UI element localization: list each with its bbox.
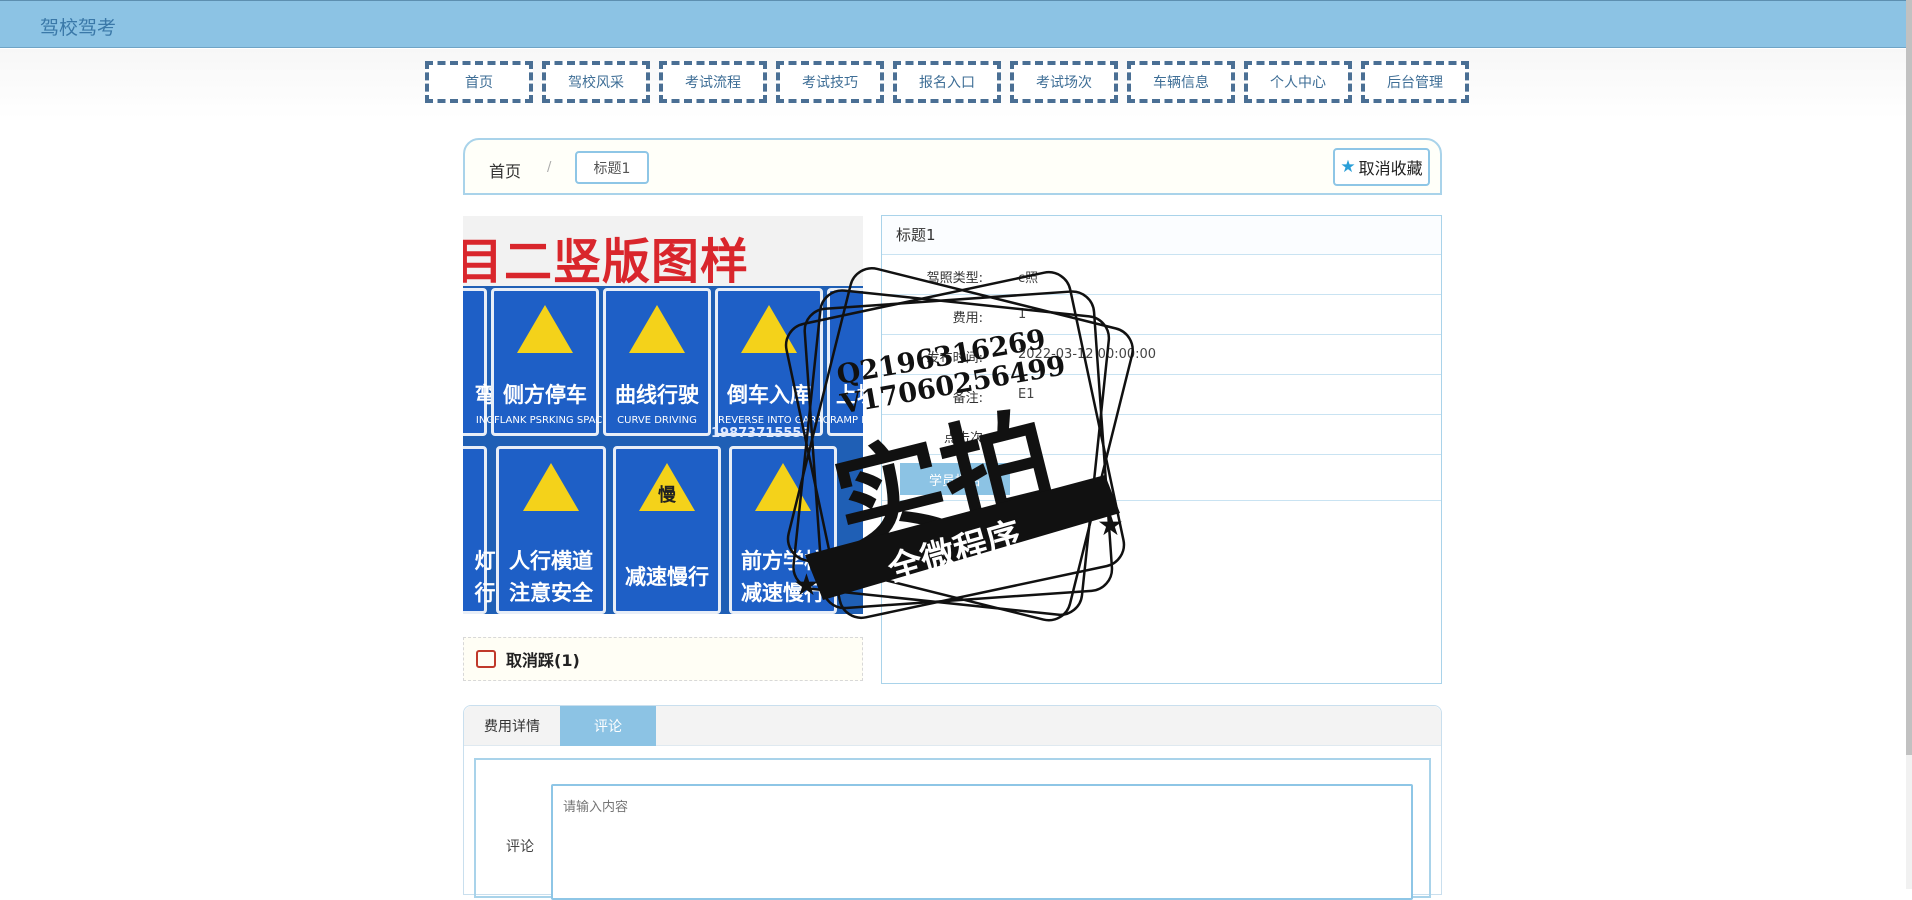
- warning-triangle-icon: [755, 463, 811, 511]
- info-panel: 标题1 驾照类型: c照 费用: 1 发布时间: 2022-03-12 00:0…: [881, 215, 1442, 684]
- info-row-license-type: 驾照类型: c照: [882, 255, 1441, 295]
- sign-sub: 慢: [658, 485, 676, 506]
- sign-title: 倒车入库: [727, 383, 811, 407]
- info-key: 发布时间:: [926, 351, 983, 366]
- sign-sub: CURVE DRIVING: [617, 415, 697, 426]
- info-key: 备注:: [952, 391, 983, 406]
- nav-item-school-style[interactable]: 驾校风采: [542, 61, 650, 103]
- warning-triangle-icon: [629, 305, 685, 353]
- sign-light: 灯 行: [463, 446, 496, 614]
- photo-header: 目二竖版图样: [463, 216, 863, 290]
- top-header: 驾校驾考: [0, 0, 1906, 48]
- info-row-actions: 学员报名: [882, 455, 1441, 501]
- sign-sub: 注意安全: [509, 581, 593, 605]
- breadcrumb-current[interactable]: 标题1: [575, 151, 649, 184]
- tabs-panel: 费用详情 评论 评论: [463, 705, 1442, 900]
- detail-photo: 目二竖版图样 弯 ING 侧方停车 FLANK PSRKING SPACE 曲线…: [463, 216, 863, 614]
- sign-sub: REVERSE INTO GARAGE: [718, 415, 837, 426]
- warning-triangle-icon: [523, 463, 579, 511]
- info-key: 费用:: [952, 311, 983, 326]
- nav-item-personal-center[interactable]: 个人中心: [1244, 61, 1352, 103]
- sign-ramp: 上坡 RAMP PARKI: [827, 288, 863, 436]
- info-value: c照: [1018, 271, 1039, 286]
- main-nav: 首页 驾校风采 考试流程 考试技巧 报名入口 考试场次 车辆信息 个人中心 后台…: [425, 61, 1478, 103]
- tab-comments[interactable]: 评论: [560, 706, 656, 746]
- info-row-clicks: 点击次: [882, 415, 1441, 455]
- sign-reverse-garage: 倒车入库 REVERSE INTO GARAGE: [715, 288, 837, 436]
- page-scrollbar[interactable]: [1906, 0, 1912, 889]
- photo-header-text: 目二竖版图样: [463, 234, 750, 290]
- sign-title: 人行横道: [509, 549, 593, 573]
- info-value: E1: [1018, 387, 1035, 402]
- breadcrumb-separator: /: [547, 160, 552, 175]
- nav-item-signup[interactable]: 报名入口: [893, 61, 1001, 103]
- info-row-fee: 费用: 1: [882, 295, 1441, 335]
- star-icon: ★: [1340, 157, 1356, 177]
- photo-phone-overlay: 19873715555: [711, 426, 811, 441]
- sign-title: 前方学校: [741, 549, 825, 573]
- comment-input[interactable]: [551, 784, 1413, 900]
- tab-fee-details[interactable]: 费用详情: [464, 706, 560, 746]
- breadcrumb-home[interactable]: 首页: [489, 158, 521, 182]
- warning-triangle-icon: [517, 305, 573, 353]
- thumbs-down-icon: [476, 650, 496, 668]
- dislike-bar[interactable]: 取消踩(1): [463, 637, 863, 681]
- sign-slow-down: 减速慢行 慢: [613, 446, 721, 614]
- unfavorite-label: 取消收藏: [1358, 159, 1423, 178]
- sign-curve-driving: 曲线行驶 CURVE DRIVING: [603, 288, 711, 436]
- dislike-label: 取消踩(1): [506, 651, 580, 670]
- info-value: 2022-03-12 00:00:00: [1018, 347, 1157, 362]
- scrollbar-thumb[interactable]: [1906, 0, 1912, 755]
- info-key: 驾照类型:: [926, 271, 983, 286]
- nav-item-admin[interactable]: 后台管理: [1361, 61, 1469, 103]
- sign-sub: 减速慢行: [741, 581, 825, 605]
- sign-title: 减速慢行: [625, 565, 709, 589]
- sign-school-ahead: 前方学校 减速慢行: [729, 446, 837, 614]
- nav-item-exam-tips[interactable]: 考试技巧: [776, 61, 884, 103]
- warning-triangle-icon: [741, 305, 797, 353]
- info-row-remark: 备注: E1: [882, 375, 1441, 415]
- info-key: 点击次: [943, 431, 983, 446]
- sign-sub: FLANK PSRKING SPACE: [494, 415, 609, 426]
- comment-form: 评论: [474, 758, 1431, 900]
- nav-item-vehicles[interactable]: 车辆信息: [1127, 61, 1235, 103]
- student-signup-button[interactable]: 学员报名: [900, 463, 1010, 495]
- site-title[interactable]: 驾校驾考: [40, 13, 116, 40]
- breadcrumb-bar: 首页 / 标题1 ★ 取消收藏: [463, 138, 1442, 195]
- comment-label: 评论: [506, 839, 534, 855]
- sign-title: 曲线行驶: [615, 383, 699, 407]
- sign-crosswalk: 人行横道 注意安全: [496, 446, 606, 614]
- unfavorite-button[interactable]: ★ 取消收藏: [1333, 148, 1430, 186]
- sign-bend: 弯 ING: [463, 288, 496, 436]
- info-row-publish-time: 发布时间: 2022-03-12 00:00:00: [882, 335, 1441, 375]
- info-title: 标题1: [882, 216, 1441, 255]
- sign-title: 上坡: [836, 383, 863, 407]
- sign-title: 侧方停车: [503, 383, 587, 407]
- nav-item-exam-process[interactable]: 考试流程: [659, 61, 767, 103]
- nav-item-home[interactable]: 首页: [425, 61, 533, 103]
- sign-sub: RAMP PARKI: [830, 415, 863, 426]
- nav-item-exam-sessions[interactable]: 考试场次: [1010, 61, 1118, 103]
- sign-side-parking: 侧方停车 FLANK PSRKING SPACE: [491, 288, 609, 436]
- info-value: 1: [1018, 307, 1027, 322]
- tab-bar: 费用详情 评论: [464, 706, 1441, 746]
